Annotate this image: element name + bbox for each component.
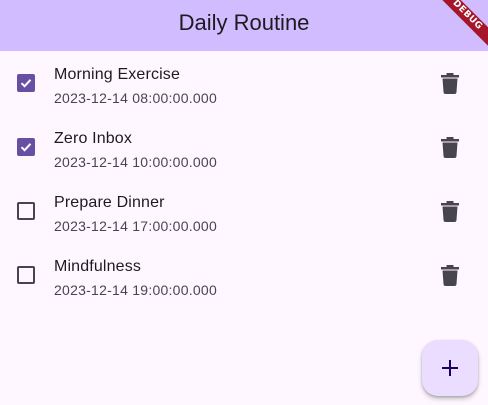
trash-icon [441, 200, 459, 222]
task-title: Mindfulness [54, 258, 142, 275]
task-title: Prepare Dinner [54, 194, 165, 211]
task-datetime: 2023-12-14 10:00:00.000 [54, 154, 217, 170]
task-datetime: 2023-12-14 19:00:00.000 [54, 282, 217, 298]
delete-button[interactable] [436, 197, 464, 225]
delete-button[interactable] [436, 133, 464, 161]
trash-icon [441, 72, 459, 94]
task-title: Zero Inbox [54, 130, 132, 147]
task-datetime: 2023-12-14 08:00:00.000 [54, 90, 217, 106]
checkmark-icon [20, 79, 32, 88]
task-datetime: 2023-12-14 17:00:00.000 [54, 218, 217, 234]
plus-icon [442, 360, 458, 376]
task-item-mindfulness: Mindfulness 2023-12-14 19:00:00.000 [0, 243, 488, 307]
task-checkbox[interactable] [17, 266, 35, 284]
trash-icon [441, 264, 459, 286]
delete-button[interactable] [436, 69, 464, 97]
page-title: Daily Routine [178, 10, 310, 35]
task-list: Morning Exercise 2023-12-14 08:00:00.000… [0, 51, 488, 307]
task-item-prepare-dinner: Prepare Dinner 2023-12-14 17:00:00.000 [0, 179, 488, 243]
trash-icon [441, 136, 459, 158]
delete-button[interactable] [436, 261, 464, 289]
task-checkbox[interactable] [17, 74, 35, 92]
app-bar: Daily Routine [0, 0, 488, 51]
add-task-button[interactable] [422, 340, 478, 396]
task-item-morning-exercise: Morning Exercise 2023-12-14 08:00:00.000 [0, 51, 488, 115]
task-item-zero-inbox: Zero Inbox 2023-12-14 10:00:00.000 [0, 115, 488, 179]
task-checkbox[interactable] [17, 202, 35, 220]
task-title: Morning Exercise [54, 66, 181, 83]
checkmark-icon [20, 143, 32, 152]
task-checkbox[interactable] [17, 138, 35, 156]
